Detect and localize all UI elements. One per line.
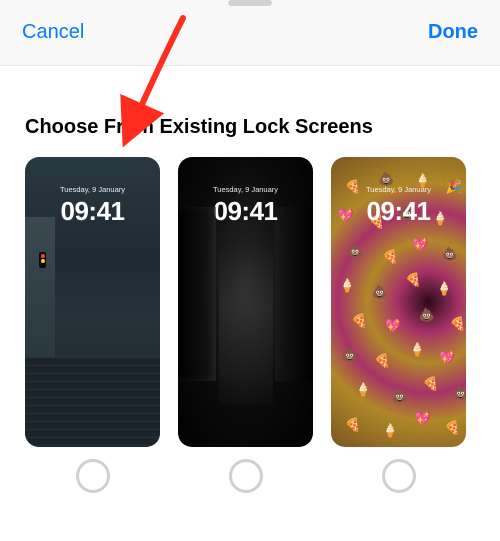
preview-date: Tuesday, 9 January [60, 185, 125, 194]
lock-screen-option-1[interactable]: Tuesday, 9 January 09:41 [25, 157, 160, 447]
preview-time: 09:41 [214, 196, 278, 227]
preview-time: 09:41 [61, 196, 125, 227]
radio-slot [25, 459, 160, 493]
lock-screens-row: Tuesday, 9 January 09:41 Tuesday, 9 Janu… [0, 157, 500, 447]
lock-screen-preview: Tuesday, 9 January 09:41 [178, 157, 313, 447]
top-bar: Cancel Done [0, 0, 500, 66]
radio-option-1[interactable] [76, 459, 110, 493]
lock-screen-option-3[interactable]: 🍕 💩 🍦 🎉 💖 🍕 💩 🍦 💩 🍕 💖 💩 🍦 💩 🍕 🍦 🍕 💖 💩 🍕 … [331, 157, 466, 447]
lock-screen-preview: Tuesday, 9 January 09:41 [331, 157, 466, 447]
done-button[interactable]: Done [428, 21, 478, 44]
radio-option-3[interactable] [382, 459, 416, 493]
lock-screen-preview: Tuesday, 9 January 09:41 [25, 157, 160, 447]
radio-slot [331, 459, 466, 493]
cancel-button[interactable]: Cancel [22, 21, 84, 44]
lock-screen-option-2[interactable]: Tuesday, 9 January 09:41 [178, 157, 313, 447]
section-title: Choose From Existing Lock Screens [0, 66, 500, 157]
sheet-grabber[interactable] [228, 0, 272, 6]
radio-option-2[interactable] [229, 459, 263, 493]
preview-date: Tuesday, 9 January [366, 185, 431, 194]
preview-date: Tuesday, 9 January [213, 185, 278, 194]
selection-radio-row [0, 447, 500, 493]
preview-time: 09:41 [367, 196, 431, 227]
radio-slot [178, 459, 313, 493]
